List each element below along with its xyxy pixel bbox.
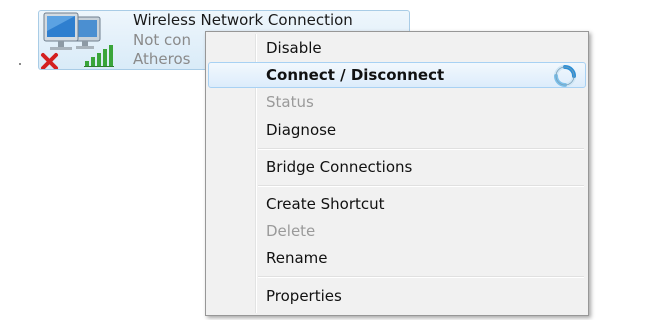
menu-item-label: Diagnose	[266, 121, 337, 139]
menu-separator	[258, 148, 584, 150]
connection-adapter: Atheros	[133, 50, 191, 68]
menu-item-label: Connect / Disconnect	[266, 66, 445, 84]
menu-item-label: Properties	[266, 287, 342, 305]
menu-item-properties[interactable]: Properties	[208, 283, 586, 309]
menu-item-label: Rename	[266, 249, 328, 267]
menu-item-label: Create Shortcut	[266, 195, 385, 213]
menu-separator	[258, 276, 584, 278]
menu-item-connect-disconnect[interactable]: Connect / Disconnect	[208, 62, 586, 88]
context-menu: Disable Connect / Disconnect Status Diag…	[205, 31, 589, 316]
menu-item-status[interactable]: Status	[208, 89, 586, 115]
menu-item-label: Disable	[266, 39, 322, 57]
menu-separator	[258, 185, 584, 187]
busy-spinner-icon	[554, 65, 576, 87]
menu-item-diagnose[interactable]: Diagnose	[208, 117, 586, 143]
menu-item-disable[interactable]: Disable	[208, 35, 586, 61]
menu-item-label: Status	[266, 93, 314, 111]
menu-item-label: Delete	[266, 222, 316, 240]
menu-item-delete[interactable]: Delete	[208, 218, 586, 244]
connection-name: Wireless Network Connection	[133, 11, 353, 29]
front-monitor	[43, 12, 79, 50]
stray-dot	[19, 63, 21, 65]
disconnected-x-icon	[41, 53, 58, 69]
menu-item-create-shortcut[interactable]: Create Shortcut	[208, 191, 586, 217]
wireless-network-icon[interactable]	[40, 11, 126, 69]
connection-status: Not con	[133, 31, 191, 49]
menu-item-rename[interactable]: Rename	[208, 245, 586, 271]
menu-item-bridge-connections[interactable]: Bridge Connections	[208, 154, 586, 180]
network-connections-window: Wireless Network Connection Not con Athe…	[0, 0, 647, 320]
menu-item-label: Bridge Connections	[266, 158, 413, 176]
